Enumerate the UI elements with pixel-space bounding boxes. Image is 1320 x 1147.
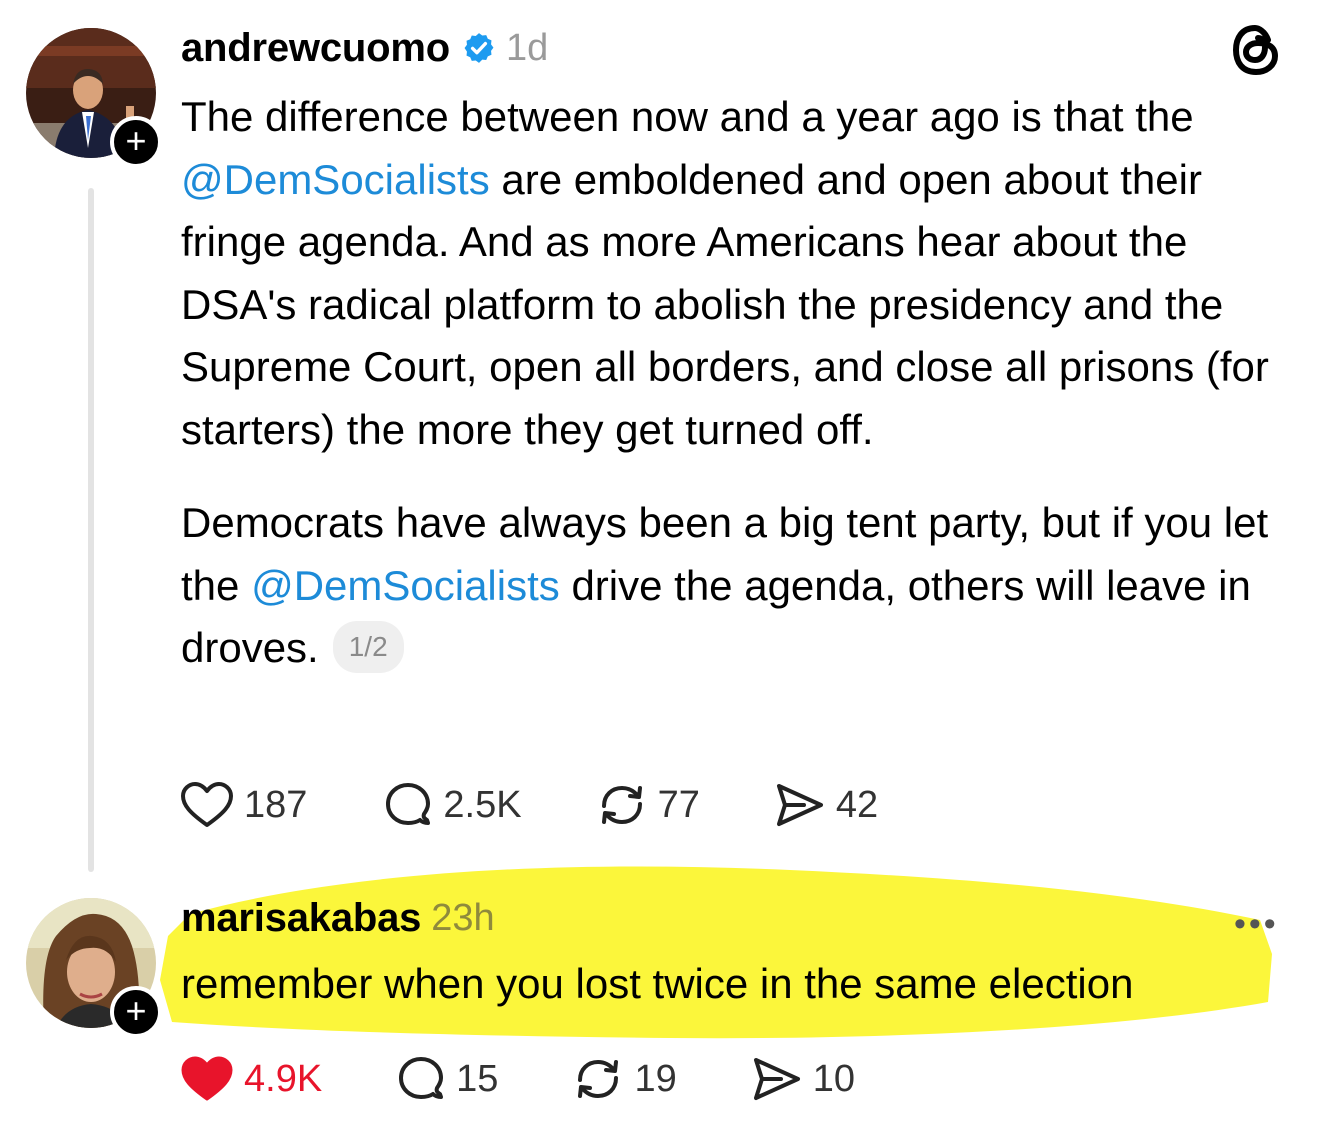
like-count: 4.9K: [244, 1057, 323, 1100]
post-header: andrewcuomo 1d: [181, 22, 548, 74]
threads-logo-icon[interactable]: [1228, 22, 1284, 78]
post-paragraph-1: The difference between now and a year ag…: [181, 93, 1269, 453]
share-count: 42: [835, 783, 879, 826]
post-body: The difference between now and a year ag…: [181, 86, 1291, 680]
comment-button[interactable]: 15: [396, 1054, 498, 1104]
mention-link[interactable]: @DemSocialists: [181, 156, 490, 203]
share-icon: [776, 784, 823, 826]
reply-count: 15: [456, 1057, 499, 1100]
repost-icon: [601, 785, 642, 825]
follow-reply-author-button[interactable]: +: [110, 986, 162, 1038]
repost-icon: [578, 1059, 619, 1099]
follow-author-button[interactable]: +: [110, 116, 162, 168]
post-paragraph-2: Democrats have always been a big tent pa…: [181, 499, 1269, 673]
reply-username[interactable]: marisakabas: [181, 896, 421, 941]
reply-body: remember when you lost twice in the same…: [181, 960, 1134, 1007]
like-count: 187: [244, 783, 308, 826]
repost-count: 19: [634, 1057, 677, 1100]
share-count: 10: [812, 1057, 856, 1100]
repost-button[interactable]: 19: [572, 1054, 677, 1104]
post-timestamp: 1d: [505, 26, 549, 69]
comment-icon: [386, 783, 431, 825]
reply-timestamp: 23h: [431, 896, 495, 939]
repost-count: 77: [657, 783, 700, 826]
author-username[interactable]: andrewcuomo: [181, 26, 450, 71]
like-button[interactable]: 4.9K: [180, 1055, 322, 1103]
verified-badge-icon: [464, 33, 494, 63]
share-icon: [753, 1058, 800, 1100]
comment-button[interactable]: 2.5K: [383, 780, 522, 830]
reply-header: marisakabas 23h: [181, 892, 495, 944]
reply-actions: 4.9K 15 19 10: [180, 1054, 855, 1104]
comment-icon: [399, 1057, 444, 1099]
highlight-marker: [160, 866, 1272, 1039]
thread-page-indicator: 1/2: [332, 620, 404, 673]
heart-icon: [181, 782, 233, 827]
share-button[interactable]: 42: [774, 781, 878, 829]
post-actions: 187 2.5K 77 42: [180, 780, 878, 830]
heart-icon: [181, 1056, 233, 1101]
like-button[interactable]: 187: [180, 781, 307, 829]
reply-count: 2.5K: [443, 783, 522, 826]
repost-button[interactable]: 77: [596, 780, 700, 830]
thread-connector-line: [88, 188, 94, 872]
more-icon[interactable]: •••: [1234, 905, 1279, 944]
share-button[interactable]: 10: [751, 1055, 855, 1103]
mention-link[interactable]: @DemSocialists: [251, 562, 560, 609]
